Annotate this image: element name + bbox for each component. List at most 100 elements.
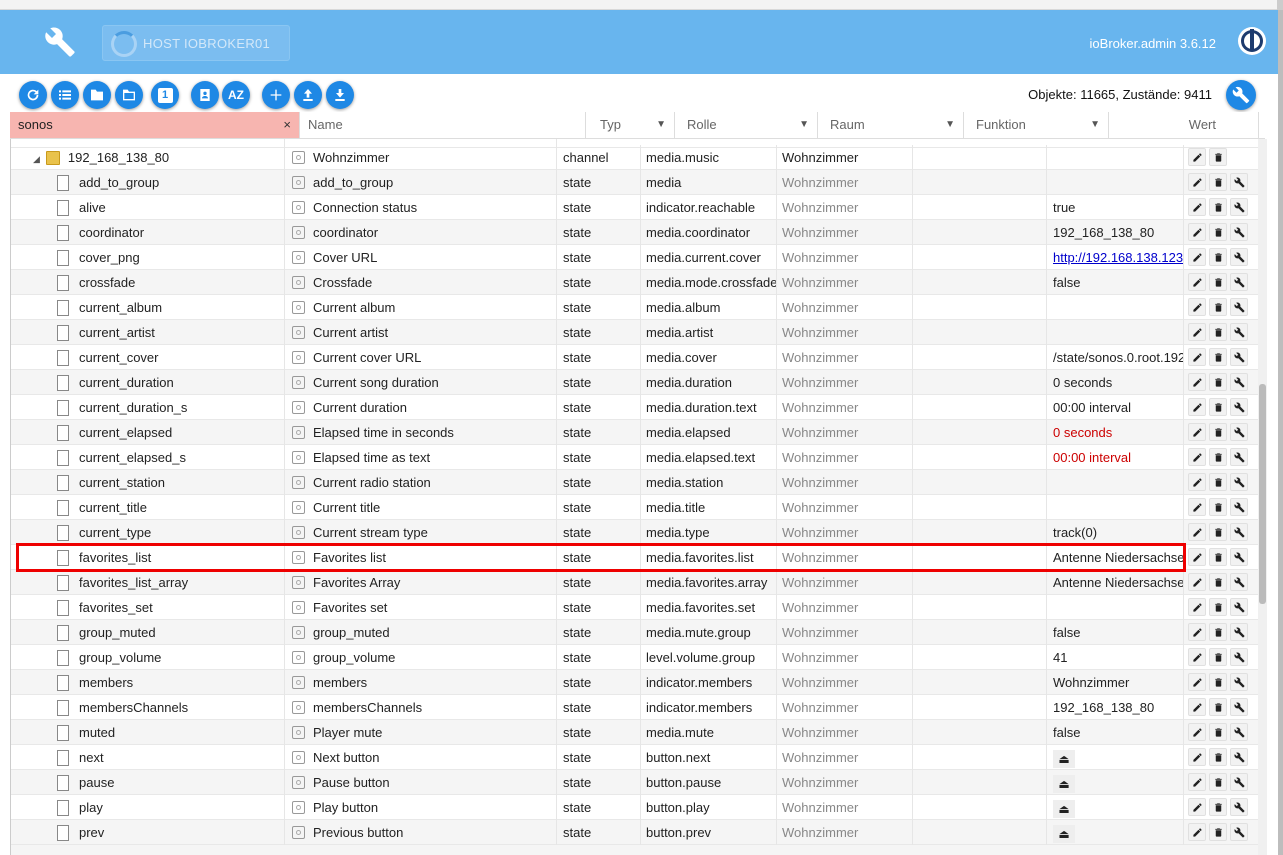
press-button-icon[interactable]: ⏏	[1053, 799, 1075, 818]
settings-button[interactable]	[1230, 823, 1248, 841]
settings-button[interactable]	[1230, 398, 1248, 416]
table-row[interactable]: group_muted group_muted state media.mute.gr…	[11, 620, 1265, 645]
delete-button[interactable]	[1209, 623, 1227, 641]
host-selector[interactable]: HOST IOBROKER01	[102, 25, 290, 61]
edit-button[interactable]	[1188, 148, 1206, 166]
edit-button[interactable]	[1188, 473, 1206, 491]
contact-button[interactable]	[191, 81, 219, 109]
edit-button[interactable]	[1188, 323, 1206, 341]
settings-button[interactable]	[1230, 773, 1248, 791]
settings-button[interactable]	[1230, 798, 1248, 816]
edit-button[interactable]	[1188, 773, 1206, 791]
collapse-triangle-icon[interactable]: ◢	[33, 147, 40, 170]
table-row[interactable]: muted Player mute state media.mute Wohnzimme…	[11, 720, 1265, 745]
delete-button[interactable]	[1209, 223, 1227, 241]
delete-button[interactable]	[1209, 798, 1227, 816]
settings-button[interactable]	[1230, 723, 1248, 741]
settings-button[interactable]	[1230, 273, 1248, 291]
edit-button[interactable]	[1188, 448, 1206, 466]
table-row[interactable]: members members state indicator.members Wohn…	[11, 670, 1265, 695]
settings-button[interactable]	[1230, 448, 1248, 466]
delete-button[interactable]	[1209, 673, 1227, 691]
settings-button[interactable]	[1230, 623, 1248, 641]
settings-button[interactable]	[1230, 523, 1248, 541]
edit-button[interactable]	[1188, 548, 1206, 566]
settings-button[interactable]	[1230, 473, 1248, 491]
table-row[interactable]: coordinator coordinator state media.coordin…	[11, 220, 1265, 245]
table-row[interactable]: membersChannels membersChannels state indic…	[11, 695, 1265, 720]
edit-button[interactable]	[1188, 173, 1206, 191]
settings-button[interactable]	[1230, 248, 1248, 266]
press-button-icon[interactable]: ⏏	[1053, 774, 1075, 793]
edit-button[interactable]	[1188, 723, 1206, 741]
delete-button[interactable]	[1209, 723, 1227, 741]
press-button-icon[interactable]: ⏏	[1053, 749, 1075, 768]
settings-button[interactable]	[1230, 548, 1248, 566]
edit-button[interactable]	[1188, 523, 1206, 541]
delete-button[interactable]	[1209, 698, 1227, 716]
download-button[interactable]	[326, 81, 354, 109]
settings-button[interactable]	[1230, 223, 1248, 241]
table-row[interactable]: favorites_set Favorites set state media.fav…	[11, 595, 1265, 620]
delete-button[interactable]	[1209, 173, 1227, 191]
edit-button[interactable]	[1188, 248, 1206, 266]
edit-button[interactable]	[1188, 373, 1206, 391]
row-wert-link[interactable]: http://192.168.138.123	[1053, 250, 1183, 265]
settings-wrench-button[interactable]	[1226, 80, 1256, 110]
edit-button[interactable]	[1188, 673, 1206, 691]
delete-button[interactable]	[1209, 823, 1227, 841]
table-row[interactable]: play Play button state button.play Wohnzimme…	[11, 795, 1265, 820]
edit-button[interactable]	[1188, 298, 1206, 316]
delete-button[interactable]	[1209, 398, 1227, 416]
numeric-button[interactable]: 1	[151, 81, 179, 109]
funktion-filter-select[interactable]: Funktion ▼	[964, 112, 1109, 138]
delete-button[interactable]	[1209, 573, 1227, 591]
delete-button[interactable]	[1209, 773, 1227, 791]
table-row[interactable]: next Next button state button.next Wohnzimme…	[11, 745, 1265, 770]
delete-button[interactable]	[1209, 648, 1227, 666]
folder-button[interactable]	[83, 81, 111, 109]
settings-button[interactable]	[1230, 648, 1248, 666]
table-row[interactable]: current_duration_s Current duration state m…	[11, 395, 1265, 420]
table-row[interactable]: current_artist Current artist state media.a…	[11, 320, 1265, 345]
edit-button[interactable]	[1188, 498, 1206, 516]
edit-button[interactable]	[1188, 223, 1206, 241]
settings-button[interactable]	[1230, 348, 1248, 366]
settings-button[interactable]	[1230, 598, 1248, 616]
delete-button[interactable]	[1209, 348, 1227, 366]
add-button[interactable]	[262, 81, 290, 109]
table-row[interactable]: favorites_list_array Favorites Array state…	[11, 570, 1265, 595]
edit-button[interactable]	[1188, 648, 1206, 666]
settings-button[interactable]	[1230, 698, 1248, 716]
settings-button[interactable]	[1230, 673, 1248, 691]
delete-button[interactable]	[1209, 598, 1227, 616]
delete-button[interactable]	[1209, 548, 1227, 566]
edit-button[interactable]	[1188, 798, 1206, 816]
list-view-button[interactable]	[51, 81, 79, 109]
wrench-icon[interactable]	[44, 26, 76, 58]
table-row[interactable]: group_volume group_volume state level.volum…	[11, 645, 1265, 670]
table-row[interactable]: add_to_group add_to_group state media Wohnzi…	[11, 170, 1265, 195]
folder-open-button[interactable]	[115, 81, 143, 109]
edit-button[interactable]	[1188, 348, 1206, 366]
table-row[interactable]: crossfade Crossfade state media.mode.crossf…	[11, 270, 1265, 295]
refresh-button[interactable]	[19, 81, 47, 109]
settings-button[interactable]	[1230, 198, 1248, 216]
settings-button[interactable]	[1230, 323, 1248, 341]
table-scrollbar[interactable]	[1258, 139, 1267, 855]
delete-button[interactable]	[1209, 498, 1227, 516]
settings-button[interactable]	[1230, 173, 1248, 191]
delete-button[interactable]	[1209, 298, 1227, 316]
id-search-input[interactable]: sonos ×	[10, 112, 300, 138]
sort-az-button[interactable]: AZ	[222, 81, 250, 109]
table-row[interactable]: current_elapsed Elapsed time in seconds st…	[11, 420, 1265, 445]
table-row[interactable]: current_album Current album state media.alb…	[11, 295, 1265, 320]
table-row[interactable]: current_cover Current cover URL state media…	[11, 345, 1265, 370]
delete-button[interactable]	[1209, 748, 1227, 766]
edit-button[interactable]	[1188, 598, 1206, 616]
table-row[interactable]: prev Previous button state button.prev Wohnz…	[11, 820, 1265, 845]
table-row[interactable]: current_type Current stream type state medi…	[11, 520, 1265, 545]
delete-button[interactable]	[1209, 273, 1227, 291]
clear-search-icon[interactable]: ×	[283, 112, 291, 138]
delete-button[interactable]	[1209, 148, 1227, 166]
